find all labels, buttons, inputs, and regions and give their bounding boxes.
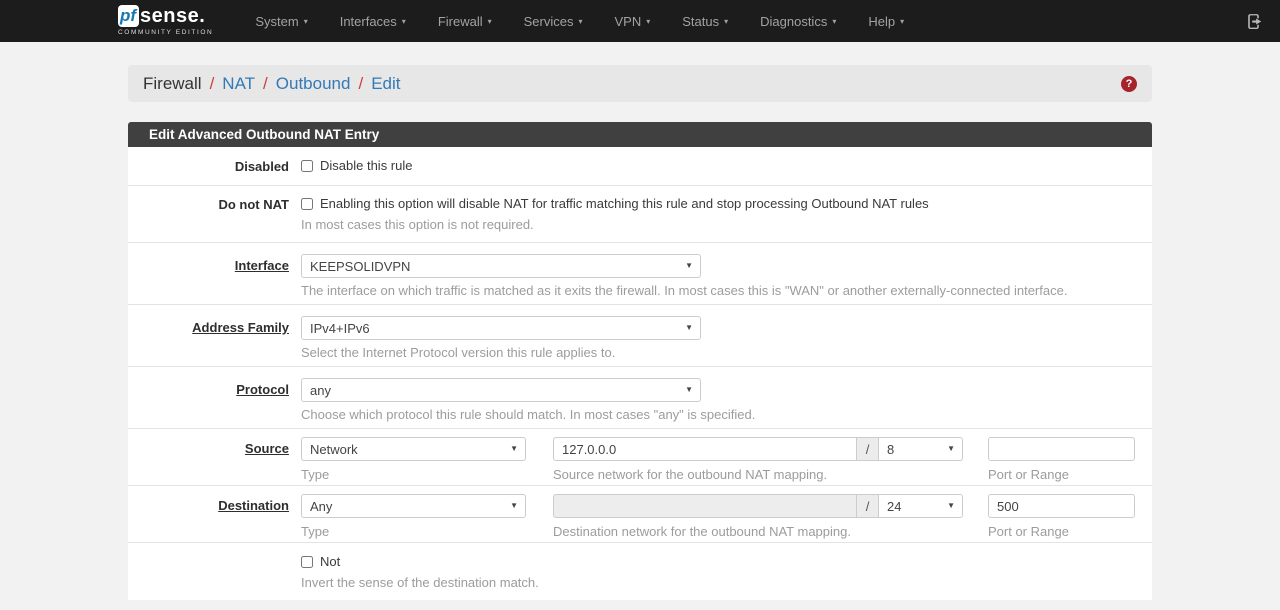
protocol-help: Choose which protocol this rule should m… <box>301 407 1142 422</box>
source-type-help: Type <box>301 467 526 482</box>
row-source: Source Network ▼ Type <box>128 429 1152 486</box>
destination-label: Destination <box>128 494 301 539</box>
destination-type-select[interactable]: Any <box>301 494 526 518</box>
panel-title: Edit Advanced Outbound NAT Entry <box>128 122 1152 147</box>
brand-subtitle: COMMUNITY EDITION <box>118 30 213 37</box>
interface-label: Interface <box>128 254 301 298</box>
top-navbar: pf sense. COMMUNITY EDITION System ▾ Int… <box>0 0 1280 42</box>
cidr-separator: / <box>857 437 879 461</box>
disable-rule-checkbox[interactable] <box>301 160 313 172</box>
do-not-nat-label: Do not NAT <box>128 196 301 232</box>
source-cidr-select[interactable]: 8 <box>879 437 963 461</box>
caret-down-icon: ▾ <box>900 17 904 26</box>
caret-down-icon: ▾ <box>646 17 650 26</box>
breadcrumb-firewall: Firewall <box>143 74 202 94</box>
source-port-input[interactable] <box>988 437 1135 461</box>
nav-item-interfaces[interactable]: Interfaces ▾ <box>324 14 422 29</box>
row-interface: Interface KEEPSOLIDVPN ▼ The interface o… <box>128 243 1152 305</box>
breadcrumb-edit-link[interactable]: Edit <box>371 74 400 94</box>
row-address-family: Address Family IPv4+IPv6 ▼ Select the In… <box>128 305 1152 367</box>
caret-down-icon: ▾ <box>488 17 492 26</box>
do-not-nat-option: Enabling this option will disable NAT fo… <box>301 196 1142 211</box>
caret-down-icon: ▾ <box>832 17 836 26</box>
breadcrumb-outbound-link[interactable]: Outbound <box>276 74 351 94</box>
disabled-label: Disabled <box>128 158 301 174</box>
do-not-nat-checkbox-label: Enabling this option will disable NAT fo… <box>320 196 929 211</box>
caret-down-icon: ▾ <box>724 17 728 26</box>
address-family-label: Address Family <box>128 316 301 360</box>
row-protocol: Protocol any ▼ Choose which protocol thi… <box>128 367 1152 429</box>
destination-network-input <box>553 494 857 518</box>
disable-rule-option: Disable this rule <box>301 158 1142 173</box>
pfsense-logo[interactable]: pf sense. COMMUNITY EDITION <box>118 5 213 37</box>
destination-cidr-select[interactable]: 24 <box>879 494 963 518</box>
destination-port-input[interactable] <box>988 494 1135 518</box>
address-family-help: Select the Internet Protocol version thi… <box>301 345 1142 360</box>
destination-port-help: Port or Range <box>988 524 1135 539</box>
help-icon[interactable]: ? <box>1121 76 1137 92</box>
row-destination: Destination Any ▼ Type <box>128 486 1152 543</box>
breadcrumb-separator: / <box>255 74 276 94</box>
not-checkbox-label: Not <box>320 554 340 569</box>
sign-out-icon[interactable] <box>1245 13 1262 30</box>
do-not-nat-checkbox[interactable] <box>301 198 313 210</box>
do-not-nat-help: In most cases this option is not require… <box>301 217 1142 232</box>
source-network-help: Source network for the outbound NAT mapp… <box>553 467 963 482</box>
not-option: Not <box>301 554 1142 569</box>
breadcrumb-separator: / <box>350 74 371 94</box>
edit-nat-panel: Edit Advanced Outbound NAT Entry Disable… <box>128 122 1152 600</box>
interface-select[interactable]: KEEPSOLIDVPN <box>301 254 701 278</box>
breadcrumb-nat-link[interactable]: NAT <box>222 74 255 94</box>
source-port-help: Port or Range <box>988 467 1135 482</box>
source-network-input[interactable] <box>553 437 857 461</box>
nav-item-help[interactable]: Help ▾ <box>852 14 920 29</box>
nav-item-vpn[interactable]: VPN ▾ <box>599 14 667 29</box>
brand-name: sense. <box>140 6 205 26</box>
caret-down-icon: ▾ <box>402 17 406 26</box>
disable-rule-checkbox-label: Disable this rule <box>320 158 413 173</box>
interface-help: The interface on which traffic is matche… <box>301 283 1142 298</box>
row-disabled: Disabled Disable this rule <box>128 147 1152 186</box>
row-do-not-nat: Do not NAT Enabling this option will dis… <box>128 186 1152 243</box>
row-not: Not Invert the sense of the destination … <box>128 543 1152 600</box>
pf-badge: pf <box>118 5 139 27</box>
panel-body: Disabled Disable this rule Do not NAT En… <box>128 147 1152 600</box>
nav-item-services[interactable]: Services ▾ <box>508 14 599 29</box>
nav-item-status[interactable]: Status ▾ <box>666 14 744 29</box>
source-label: Source <box>128 437 301 482</box>
destination-network-help: Destination network for the outbound NAT… <box>553 524 963 539</box>
address-family-select[interactable]: IPv4+IPv6 <box>301 316 701 340</box>
protocol-label: Protocol <box>128 378 301 422</box>
nav-item-system[interactable]: System ▾ <box>239 14 323 29</box>
nav-item-firewall[interactable]: Firewall ▾ <box>422 14 508 29</box>
not-checkbox[interactable] <box>301 556 313 568</box>
cidr-separator: / <box>857 494 879 518</box>
breadcrumb-separator: / <box>202 74 223 94</box>
breadcrumb: Firewall / NAT / Outbound / Edit ? <box>128 65 1152 102</box>
navbar-menu: System ▾ Interfaces ▾ Firewall ▾ Service… <box>239 14 1245 29</box>
not-help: Invert the sense of the destination matc… <box>301 575 1142 590</box>
nav-item-diagnostics[interactable]: Diagnostics ▾ <box>744 14 852 29</box>
pfsense-logo-text: pf sense. <box>118 5 213 27</box>
caret-down-icon: ▾ <box>304 17 308 26</box>
protocol-select[interactable]: any <box>301 378 701 402</box>
not-label-spacer <box>128 554 301 590</box>
destination-type-help: Type <box>301 524 526 539</box>
source-type-select[interactable]: Network <box>301 437 526 461</box>
caret-down-icon: ▾ <box>578 17 582 26</box>
